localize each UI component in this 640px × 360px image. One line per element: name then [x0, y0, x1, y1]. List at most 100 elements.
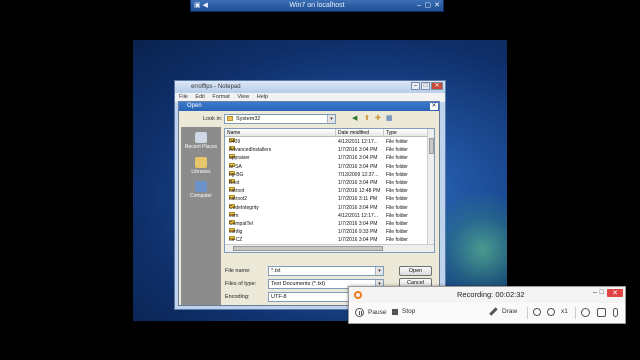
notepad-title: errofflps - Notepad	[191, 84, 241, 90]
column-type[interactable]: Type	[384, 129, 428, 137]
file-row[interactable]: com 4/12/2011 12:17... File folder	[225, 211, 428, 220]
file-list-header: Name Date modified Type	[225, 129, 428, 137]
minimize-button[interactable]: –	[411, 82, 420, 90]
look-in-label: Look in:	[203, 116, 223, 122]
webcam-icon	[581, 308, 590, 317]
file-type: File folder	[386, 229, 408, 236]
file-list-vscroll[interactable]	[427, 129, 434, 245]
pause-icon	[355, 308, 364, 317]
folder-icon	[227, 116, 233, 121]
zoom-in-icon	[533, 308, 541, 316]
file-row[interactable]: catroot2 1/7/2016 3:11 PM File folder	[225, 195, 428, 203]
minimize-icon[interactable]: –	[417, 0, 421, 11]
file-row[interactable]: AdvancedInstallers 1/7/2016 3:04 PM File f…	[225, 146, 428, 154]
divider	[527, 307, 528, 319]
file-row[interactable]: 0409 4/12/2011 12:17... File folder	[225, 138, 428, 146]
recorder-minimize-button[interactable]: –	[593, 289, 597, 297]
file-date: 1/7/2016 12:48 PM	[338, 188, 381, 195]
file-row[interactable]: CodeIntegrity 1/7/2016 3:04 PM File folder	[225, 203, 428, 212]
zoom-in-button[interactable]	[533, 308, 542, 316]
file-type: File folder	[386, 155, 408, 162]
file-row[interactable]: catroot 1/7/2016 12:48 PM File folder	[225, 187, 428, 195]
encoding-select[interactable]: UTF-8	[268, 292, 350, 302]
up-folder-icon[interactable]: ⬆	[364, 114, 370, 122]
recording-widget: Recording: 00:02:32 – □ ✕ Pause Stop Dra…	[348, 286, 626, 324]
file-row[interactable]: CompatTel 1/7/2016 3:04 PM File folder	[225, 219, 428, 228]
libraries-icon	[195, 157, 207, 168]
recent-places-icon	[195, 132, 207, 143]
file-type: File folder	[386, 163, 408, 170]
look-in-select[interactable]: System32 ▾	[224, 114, 336, 124]
file-date: 1/7/2016 3:04 PM	[338, 147, 378, 154]
open-button[interactable]: Open	[399, 266, 432, 276]
file-list-hscroll[interactable]	[225, 244, 434, 252]
new-folder-icon[interactable]: ✚	[375, 114, 381, 122]
recorder-logo-icon	[354, 291, 362, 299]
zoom-out-button[interactable]	[547, 308, 556, 316]
recorder-close-button[interactable]: ✕	[607, 289, 623, 297]
recorder-titlebar[interactable]: Recording: 00:02:32 – □ ✕	[349, 287, 625, 303]
file-date: 1/7/2016 3:11 PM	[338, 196, 378, 203]
chevron-down-icon: ▾	[327, 115, 335, 123]
file-date: 7/13/2009 12:37...	[338, 171, 379, 178]
file-row[interactable]: Boot 1/7/2016 3:04 PM File folder	[225, 178, 428, 187]
file-name-label: File name:	[225, 268, 251, 274]
menu-format[interactable]: Format	[212, 94, 229, 100]
file-date: 1/7/2016 3:04 PM	[338, 179, 378, 186]
pin-icon[interactable]: ▣ ◀	[194, 0, 208, 11]
draw-button[interactable]: Draw	[489, 307, 517, 316]
place-recent[interactable]: Recent Places	[181, 132, 221, 150]
file-type-label: Files of type:	[225, 281, 257, 287]
file-row[interactable]: ar-SA 1/7/2016 3:04 PM File folder	[225, 162, 428, 171]
pause-button[interactable]: Pause	[355, 308, 386, 317]
chevron-down-icon: ▾	[375, 267, 383, 275]
recording-status: Recording: 00:02:32	[457, 290, 525, 299]
column-date[interactable]: Date modified	[336, 129, 384, 137]
places-bar: Recent Places Libraries Computer	[181, 127, 221, 305]
file-rows: 0409 4/12/2011 12:17... File folder Advance…	[225, 138, 428, 252]
file-type: File folder	[386, 179, 408, 186]
file-date: 1/7/2016 3:04 PM	[338, 163, 378, 170]
remote-connection-bar: ▣ ◀ Win7 on localhost – ▢ ✕	[190, 0, 444, 12]
microphone-toggle[interactable]	[613, 308, 618, 317]
zoom-out-icon	[547, 308, 555, 316]
file-type: File folder	[386, 188, 408, 195]
divider	[575, 307, 576, 319]
scroll-thumb[interactable]	[429, 138, 434, 154]
menu-help[interactable]: Help	[257, 94, 268, 100]
file-row[interactable]: config 1/7/2016 9:33 PM File folder	[225, 228, 428, 236]
recorder-restore-button[interactable]: □	[600, 289, 604, 297]
webcam-toggle[interactable]	[581, 308, 590, 317]
back-icon[interactable]: ◀	[352, 114, 357, 122]
file-type: File folder	[386, 147, 408, 154]
notepad-titlebar[interactable]: errofflps - Notepad – □ ✕	[175, 81, 445, 93]
dialog-close-button[interactable]: ✕	[430, 103, 438, 110]
maximize-button[interactable]: □	[421, 82, 430, 90]
speaker-toggle[interactable]	[597, 308, 606, 317]
menu-edit[interactable]: Edit	[195, 94, 204, 100]
view-menu-icon[interactable]: ▦	[386, 114, 393, 122]
microphone-icon	[613, 308, 618, 317]
file-type: File folder	[386, 204, 408, 211]
close-button[interactable]: ✕	[431, 82, 443, 90]
encoding-label: Encoding:	[225, 294, 250, 300]
zoom-level: x1	[561, 308, 568, 315]
stop-button[interactable]: Stop	[392, 308, 415, 315]
restore-icon[interactable]: ▢	[424, 0, 431, 11]
file-list[interactable]: Name Date modified Type 0409 4/12/2011 12…	[224, 128, 435, 253]
column-name[interactable]: Name	[225, 129, 336, 137]
place-libraries[interactable]: Libraries	[181, 157, 221, 175]
scroll-thumb[interactable]	[233, 246, 383, 251]
file-row[interactable]: appraiser 1/7/2016 3:04 PM File folder	[225, 154, 428, 162]
file-row[interactable]: bg-BG 7/13/2009 12:37... File folder	[225, 170, 428, 179]
close-icon[interactable]: ✕	[434, 0, 440, 11]
place-computer[interactable]: Computer	[181, 181, 221, 199]
menu-file[interactable]: File	[179, 94, 188, 100]
open-dialog-titlebar[interactable]: Open ✕	[179, 102, 439, 111]
menu-view[interactable]: View	[237, 94, 249, 100]
file-name-input[interactable]: *.txt ▾	[268, 266, 384, 276]
file-date: 1/7/2016 9:33 PM	[338, 229, 378, 236]
file-date: 4/12/2011 12:17...	[338, 139, 378, 145]
file-type: File folder	[386, 220, 408, 227]
pen-icon	[489, 307, 498, 316]
